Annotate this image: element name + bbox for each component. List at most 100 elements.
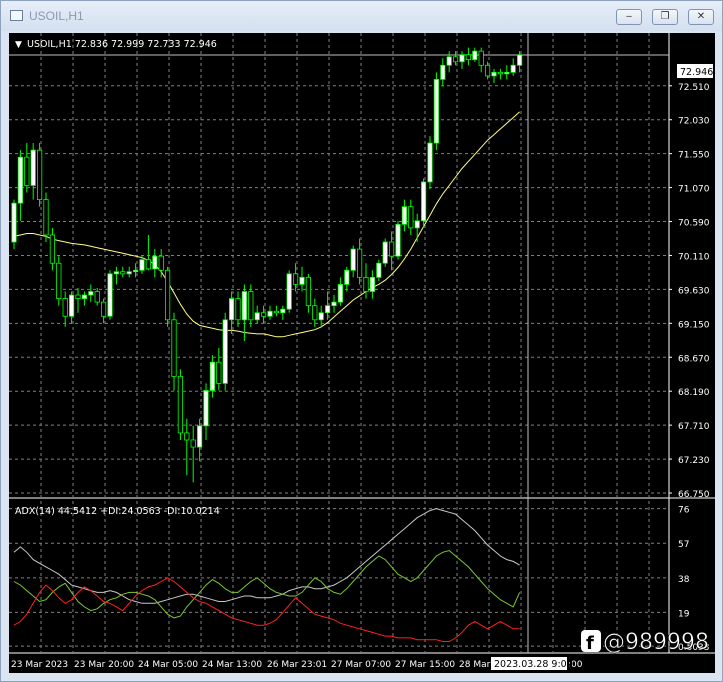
- bear-candle: [56, 262, 62, 299]
- chart-area[interactable]: 72.510 72.030 71.550 71.070 70.590 70.110 69.6…: [9, 33, 715, 673]
- title-bar[interactable]: USOIL,H1 ‒ ❐ ✕: [1, 1, 722, 31]
- price-tick-label: 70.590: [678, 219, 710, 229]
- bull-candle: [369, 276, 376, 292]
- price-tick-label: 71.550: [678, 151, 710, 161]
- bear-candle: [49, 234, 56, 264]
- bear-candle: [190, 439, 196, 448]
- chart-window: USOIL,H1 ‒ ❐ ✕ 72.510 72.030 71.550 71.070 7…: [0, 0, 723, 682]
- bear-candle: [94, 291, 100, 303]
- time-tick-label: 23 Mar 20:00: [74, 660, 134, 670]
- time-tick-label: 26 Mar 23:01: [267, 660, 327, 670]
- bear-candle: [363, 276, 369, 292]
- bear-candle: [292, 273, 299, 285]
- price-tick-label: 67.230: [678, 456, 710, 466]
- bull-candle: [81, 294, 87, 299]
- bull-candle: [350, 248, 356, 271]
- bull-candle: [440, 64, 446, 80]
- bull-candle: [420, 181, 427, 222]
- watermark: f @989998: [581, 630, 709, 655]
- moving-average-layer: [13, 111, 520, 338]
- bear-candle: [235, 298, 241, 321]
- bull-candle: [113, 271, 119, 275]
- time-tick-label: 28 Mar: [459, 660, 491, 670]
- close-button[interactable]: ✕: [688, 9, 714, 25]
- bull-candle: [324, 305, 331, 314]
- price-chart-svg[interactable]: 72.510 72.030 71.550 71.070 70.590 70.110 69.6…: [9, 33, 715, 673]
- bull-candle: [344, 269, 350, 285]
- price-tick-label: 72.510: [678, 83, 710, 93]
- bull-candle: [196, 425, 203, 448]
- bear-candle: [158, 255, 164, 271]
- bull-candle: [88, 291, 94, 296]
- bull-candle: [472, 50, 478, 61]
- bull-candle: [152, 255, 158, 270]
- indicator-line-adx: [13, 508, 520, 604]
- price-tick-label: 69.630: [678, 286, 710, 296]
- bull-candle: [107, 273, 113, 317]
- bull-candle: [491, 71, 497, 77]
- bull-candle: [510, 64, 516, 73]
- time-tick-label: 24 Mar 05:00: [138, 660, 198, 670]
- price-tick-label: 71.070: [678, 185, 710, 195]
- bear-candle: [497, 71, 504, 75]
- bear-candle: [24, 156, 30, 186]
- bull-candle: [203, 390, 209, 427]
- bear-candle: [388, 241, 395, 257]
- bear-candle: [145, 259, 151, 270]
- bear-candle: [120, 271, 126, 275]
- indicator-header: ADX(14) 44.5412 +DI:24.0563 -DI:10.0214: [15, 506, 220, 517]
- bull-candle: [241, 291, 247, 321]
- bull-candle: [222, 319, 228, 384]
- bull-candle: [267, 310, 273, 317]
- indicator-tick-label: 19: [678, 609, 690, 619]
- bear-candle: [408, 206, 414, 229]
- indicator-tick-label: 38: [678, 575, 690, 585]
- bear-candle: [36, 149, 43, 201]
- bull-candle: [414, 220, 420, 229]
- price-tick-label: 68.670: [678, 354, 710, 364]
- restore-button[interactable]: ❐: [652, 9, 678, 25]
- time-tick-label: 23 Mar 2023: [11, 660, 68, 670]
- minimize-button[interactable]: ‒: [616, 9, 642, 25]
- time-tick-label: 27 Mar 07:00: [331, 660, 391, 670]
- bear-candle: [248, 291, 254, 321]
- bear-candle: [164, 269, 171, 321]
- bull-candle: [427, 142, 433, 183]
- bear-candle: [75, 294, 81, 299]
- bear-candle: [452, 56, 459, 63]
- bull-candle: [30, 149, 36, 186]
- price-tick-label: 67.710: [678, 422, 710, 432]
- bull-candle: [139, 259, 145, 271]
- facebook-icon-glyph: f: [586, 633, 594, 654]
- bull-candle: [299, 276, 305, 285]
- moving-average-line: [13, 111, 520, 338]
- price-tick-label: 68.190: [678, 388, 710, 398]
- indicator-tick-label: 76: [678, 506, 690, 516]
- price-tick-label: 66.750: [678, 490, 710, 500]
- chart-menu-marker[interactable]: ▼: [15, 40, 22, 50]
- bear-candle: [184, 432, 190, 441]
- price-tick-label: 72.030: [678, 117, 710, 127]
- bull-candle: [382, 241, 388, 264]
- bear-candle: [273, 310, 280, 314]
- price-tick-label: 69.150: [678, 320, 710, 330]
- bull-candle: [401, 206, 408, 225]
- indicator-tick-label: 57: [678, 540, 689, 550]
- price-tick-label: 70.110: [678, 252, 710, 262]
- bear-candle: [177, 375, 183, 434]
- chart-header-ohlc: USOIL,H1 72.836 72.999 72.733 72.946: [27, 39, 217, 50]
- window-title: USOIL,H1: [29, 9, 84, 23]
- bull-candle: [446, 56, 452, 66]
- indicator-line-di: [13, 549, 521, 619]
- time-tick-label: 27 Mar 15:00: [395, 660, 455, 670]
- chart-grid: [9, 33, 715, 654]
- time-tick-label: 24 Mar 13:00: [202, 660, 262, 670]
- bull-candle: [337, 284, 344, 303]
- bull-candle: [433, 79, 440, 144]
- bull-candle: [459, 54, 465, 63]
- bull-candle: [126, 271, 132, 275]
- chart-window-icon: [10, 10, 23, 21]
- bull-candle: [376, 262, 382, 278]
- time-marker-label: 2023.03.28 9:00: [494, 659, 573, 670]
- bull-candle: [395, 223, 401, 257]
